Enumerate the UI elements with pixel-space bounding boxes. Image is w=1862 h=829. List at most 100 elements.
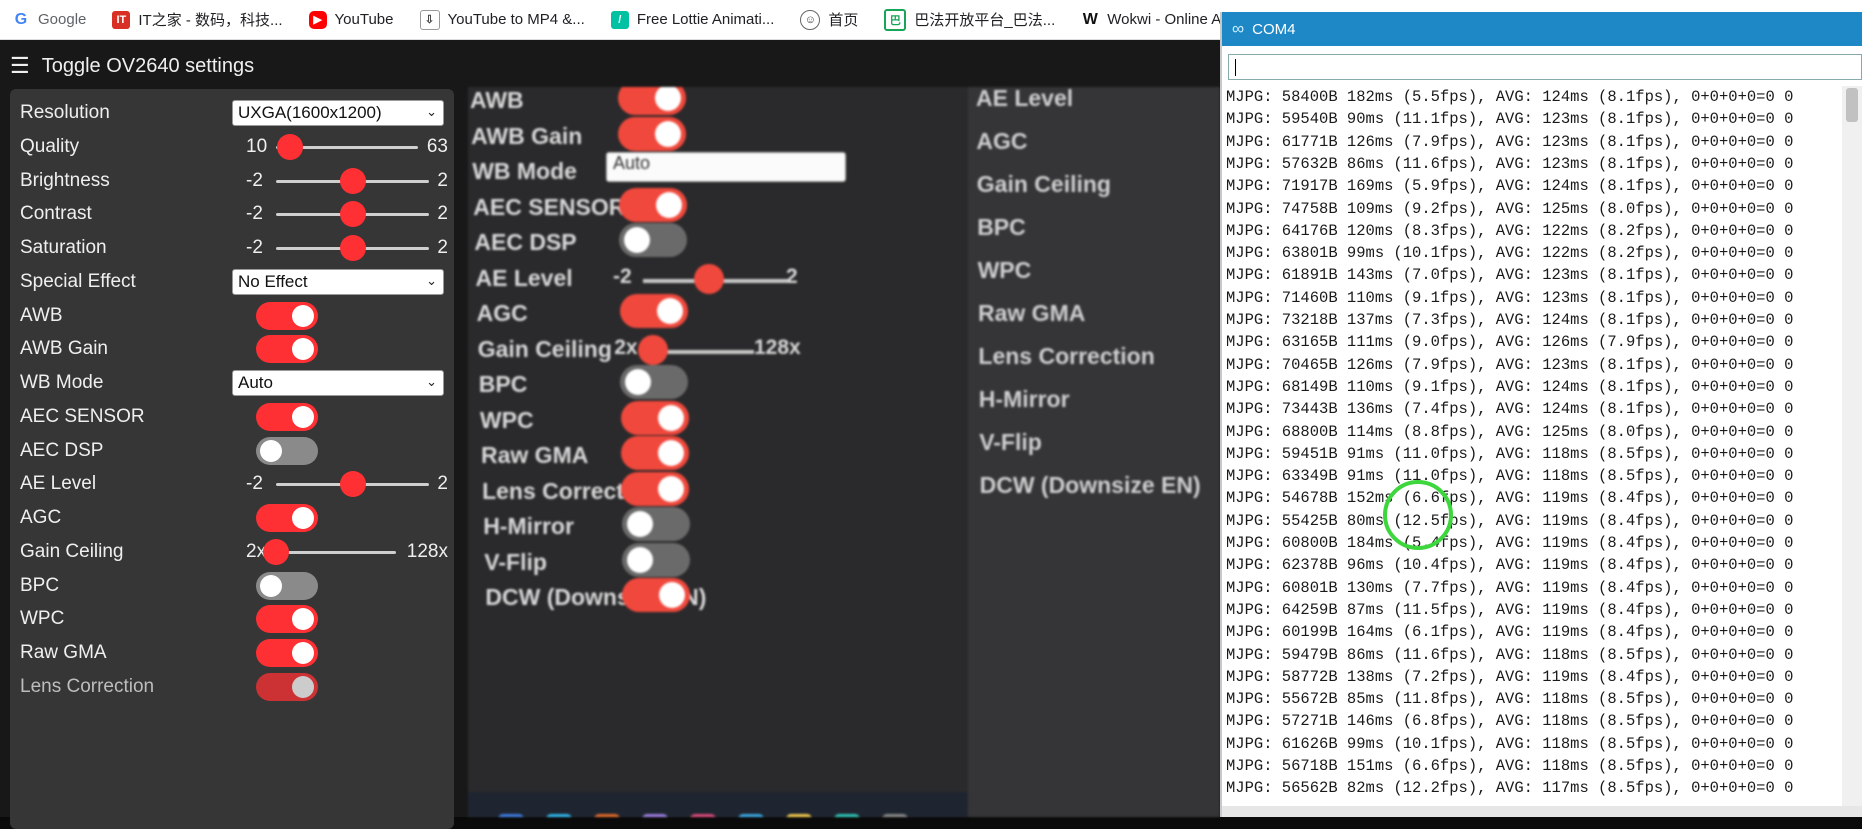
wb-mode-select[interactable]: Auto ⌄ (232, 370, 444, 396)
serial-line: MJPG: 73443B 136ms (7.4fps), AVG: 124ms … (1226, 400, 1794, 419)
settings-panel: Resolution UXGA(1600x1200) ⌄ Quality 10 63 Bri… (10, 89, 454, 829)
serial-line: MJPG: 59451B 91ms (11.0fps), AVG: 118ms … (1226, 444, 1794, 463)
google-icon: G (12, 10, 30, 29)
serial-line: MJPG: 74758B 109ms (9.2fps), AVG: 125ms … (1226, 199, 1794, 218)
serial-line: MJPG: 64176B 120ms (8.3fps), AVG: 122ms … (1226, 221, 1794, 240)
serial-line: MJPG: 62378B 96ms (10.4fps), AVG: 119ms … (1226, 556, 1794, 575)
contrast-label: Contrast (20, 203, 92, 225)
awb-toggle[interactable] (256, 301, 318, 330)
raw-gma-toggle[interactable] (256, 639, 318, 667)
bookmark-wokwi[interactable]: W Wokwi - Online Ard (1081, 10, 1235, 29)
bookmark-ithome[interactable]: IT IT之家 - 数码，科技... (112, 9, 283, 30)
bookmark-home[interactable]: ☺ 首页 (800, 9, 858, 30)
stream-right-label: DCW (Downsize EN) (979, 472, 1201, 498)
serial-line: MJPG: 63165B 111ms (9.0fps), AVG: 126ms … (1226, 333, 1794, 352)
ithome-icon: IT (112, 10, 131, 29)
bpc-toggle[interactable] (256, 571, 318, 600)
stream-range-max: 128x (754, 335, 801, 359)
stream-toggle-knob (658, 475, 685, 502)
serial-line: MJPG: 58400B 182ms (5.5fps), AVG: 124ms … (1226, 88, 1794, 106)
serial-send-input[interactable] (1228, 54, 1862, 80)
quality-max: 63 (426, 135, 448, 157)
stream-range-thumb (638, 334, 668, 365)
special-effect-label: Special Effect (20, 270, 136, 292)
serial-line: MJPG: 59479B 86ms (11.6fps), AVG: 118ms … (1226, 645, 1794, 664)
youtube-icon: ▶ (308, 10, 327, 29)
stream-toggle-knob (626, 546, 653, 573)
wb-mode-label: WB Mode (20, 372, 104, 393)
serial-line: MJPG: 60199B 164ms (6.1fps), AVG: 119ms … (1226, 623, 1794, 642)
aec-sensor-toggle[interactable] (256, 402, 318, 431)
gain-ceiling-thumb[interactable] (263, 538, 289, 565)
ae-level-thumb[interactable] (339, 471, 366, 498)
chevron-down-icon: ⌄ (426, 272, 437, 288)
stream-setting-label: AEC SENSOR (473, 193, 626, 220)
bookmark-label: Wokwi - Online Ard (1107, 11, 1235, 28)
stream-setting-label: WB Mode (472, 158, 577, 184)
chevron-down-icon: ⌄ (426, 374, 437, 389)
serial-scrollbar[interactable] (1842, 86, 1862, 806)
serial-bottom-bar (1222, 806, 1862, 817)
aec-dsp-toggle[interactable] (256, 436, 318, 465)
stream-right-strip: AE Level AGC Gain Ceiling BPC WPC Raw GMA Lens… (968, 87, 1220, 817)
serial-line: MJPG: 61626B 99ms (10.1fps), AVG: 118ms … (1226, 734, 1794, 753)
stream-toggle (620, 365, 689, 399)
stream-toggle-knob (655, 87, 681, 111)
arduino-infinity-icon: ∞ (1232, 19, 1245, 38)
bookmark-lottie[interactable]: / Free Lottie Animati... (610, 10, 774, 29)
saturation-label: Saturation (20, 237, 107, 258)
wpc-toggle[interactable] (256, 605, 318, 634)
stream-setting-label: Gain Ceiling (477, 335, 612, 362)
quality-label: Quality (20, 135, 80, 157)
resolution-value: UXGA(1600x1200) (238, 103, 382, 122)
serial-line: MJPG: 63349B 91ms (11.0fps), AVG: 118ms … (1226, 467, 1794, 486)
special-effect-select[interactable]: No Effect ⌄ (232, 268, 444, 295)
stream-toggle (618, 116, 687, 151)
contrast-max: 2 (437, 203, 448, 225)
bookmark-bafa[interactable]: 巴巴法开放平台_巴法... (884, 8, 1055, 31)
ae-level-label: AE Level (20, 473, 97, 495)
saturation-max: 2 (437, 237, 448, 258)
stream-select: Auto (606, 152, 846, 182)
stream-range-min: -2 (613, 264, 632, 288)
aec-sensor-label: AEC SENSOR (20, 405, 145, 427)
resolution-select[interactable]: UXGA(1600x1200) ⌄ (232, 100, 444, 126)
scrollbar-thumb[interactable] (1846, 88, 1858, 122)
stream-right-label: AGC (976, 128, 1028, 154)
serial-line: MJPG: 61771B 126ms (7.9fps), AVG: 123ms … (1226, 132, 1794, 151)
stream-toggle-knob (658, 440, 684, 466)
stream-setting-label: V-Flip (484, 548, 547, 575)
bookmark-google[interactable]: G Google (12, 10, 86, 29)
contrast-thumb[interactable] (339, 201, 366, 228)
serial-port-title: COM4 (1252, 20, 1296, 38)
brightness-thumb[interactable] (339, 167, 366, 194)
serial-line: MJPG: 68149B 110ms (9.1fps), AVG: 124ms … (1226, 377, 1794, 396)
stream-toggle (618, 87, 686, 115)
stream-right-label: AE Level (976, 87, 1074, 111)
settings-toggle[interactable]: ☰ Toggle OV2640 settings (0, 40, 1220, 92)
stream-toggle (619, 294, 688, 328)
download-icon: ⇩ (419, 9, 440, 30)
stream-taskbar (468, 792, 968, 817)
awb-label: AWB (20, 304, 63, 326)
serial-line: MJPG: 58772B 138ms (7.2fps), AVG: 119ms … (1226, 667, 1794, 686)
serial-line: MJPG: 56562B 82ms (12.2fps), AVG: 117ms … (1226, 779, 1794, 798)
saturation-min: -2 (246, 237, 263, 258)
bafa-icon: 巴 (884, 8, 907, 31)
toggle-knob (292, 338, 314, 361)
agc-toggle[interactable] (256, 504, 318, 532)
serial-line: MJPG: 61891B 143ms (7.0fps), AVG: 123ms … (1226, 266, 1794, 285)
stream-toggle-knob (626, 511, 653, 537)
toggle-knob (292, 642, 314, 664)
stream-setting-label: Raw GMA (481, 442, 589, 468)
lens-correction-toggle[interactable] (256, 672, 318, 701)
stream-setting-label: H-Mirror (483, 513, 574, 539)
bookmark-youtube[interactable]: ▶ YouTube (308, 10, 394, 29)
awb-gain-toggle[interactable] (256, 335, 318, 364)
quality-thumb[interactable] (277, 133, 304, 160)
text-caret (1235, 59, 1236, 76)
saturation-thumb[interactable] (339, 235, 366, 261)
bookmark-youtube-mp4[interactable]: ⇩ YouTube to MP4 &... (419, 9, 585, 30)
gain-ceiling-max: 128x (406, 540, 448, 562)
setting-row-lens-correction: Lens Correction (10, 667, 454, 707)
